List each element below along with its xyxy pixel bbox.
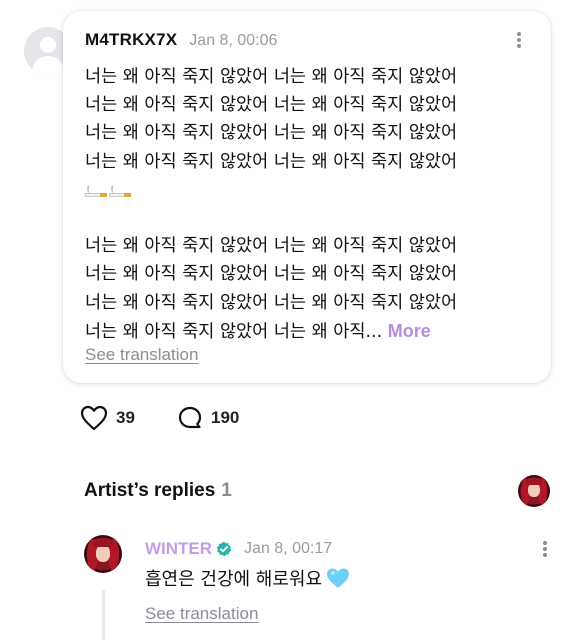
reply-count: 190	[211, 408, 240, 427]
comment-paragraph-1: 너는 왜 아직 죽지 않았어 너는 왜 아직 죽지 않았어 너는 왜 아직 죽지…	[85, 67, 458, 172]
like-count: 39	[116, 408, 135, 427]
comment-card[interactable]: M4TRKX7X Jan 8, 00:06 너는 왜 아직 죽지 않았어 너는 …	[63, 11, 551, 383]
comment-body: 너는 왜 아직 죽지 않았어 너는 왜 아직 죽지 않았어 너는 왜 아직 죽지…	[85, 63, 535, 346]
reply-artist-name[interactable]: WINTER	[145, 539, 212, 559]
reply-body: 흡연은 건강에 해로워요	[145, 565, 350, 591]
reply-text: 흡연은 건강에 해로워요	[145, 569, 323, 590]
see-translation-link[interactable]: See translation	[85, 345, 198, 365]
reply-more-options-icon[interactable]	[535, 538, 555, 560]
reply-thread-line	[102, 590, 105, 640]
verified-badge-icon	[216, 541, 232, 557]
artist-replies-count: 1	[221, 480, 232, 501]
cigarette-icon	[85, 184, 107, 199]
comment-header: M4TRKX7X Jan 8, 00:06	[85, 30, 277, 50]
reply-timestamp: Jan 8, 00:17	[244, 540, 333, 557]
blue-heart-icon	[327, 568, 350, 588]
speech-bubble-icon	[178, 406, 202, 429]
cigarette-icon	[109, 184, 131, 199]
more-link[interactable]: More	[388, 321, 431, 341]
artist-replies-title: Artist’s replies	[84, 480, 216, 501]
heart-outline-icon	[80, 405, 108, 431]
cigarette-emoji-row	[85, 180, 133, 200]
avatar-head-shape	[40, 37, 56, 53]
comment-username[interactable]: M4TRKX7X	[85, 30, 177, 50]
more-options-icon[interactable]	[509, 29, 529, 51]
artist-replies-heading: Artist’s replies 1	[84, 480, 232, 502]
reply-artist-avatar[interactable]	[84, 535, 122, 573]
like-button[interactable]: 39	[80, 405, 135, 431]
reply-button[interactable]: 190	[177, 405, 239, 431]
artist-avatar-small[interactable]	[518, 475, 550, 507]
reply-header: WINTER Jan 8, 00:17	[145, 539, 332, 559]
comment-timestamp: Jan 8, 00:06	[189, 32, 278, 49]
reply-see-translation-link[interactable]: See translation	[145, 604, 258, 624]
avatar-body-shape	[32, 56, 64, 75]
